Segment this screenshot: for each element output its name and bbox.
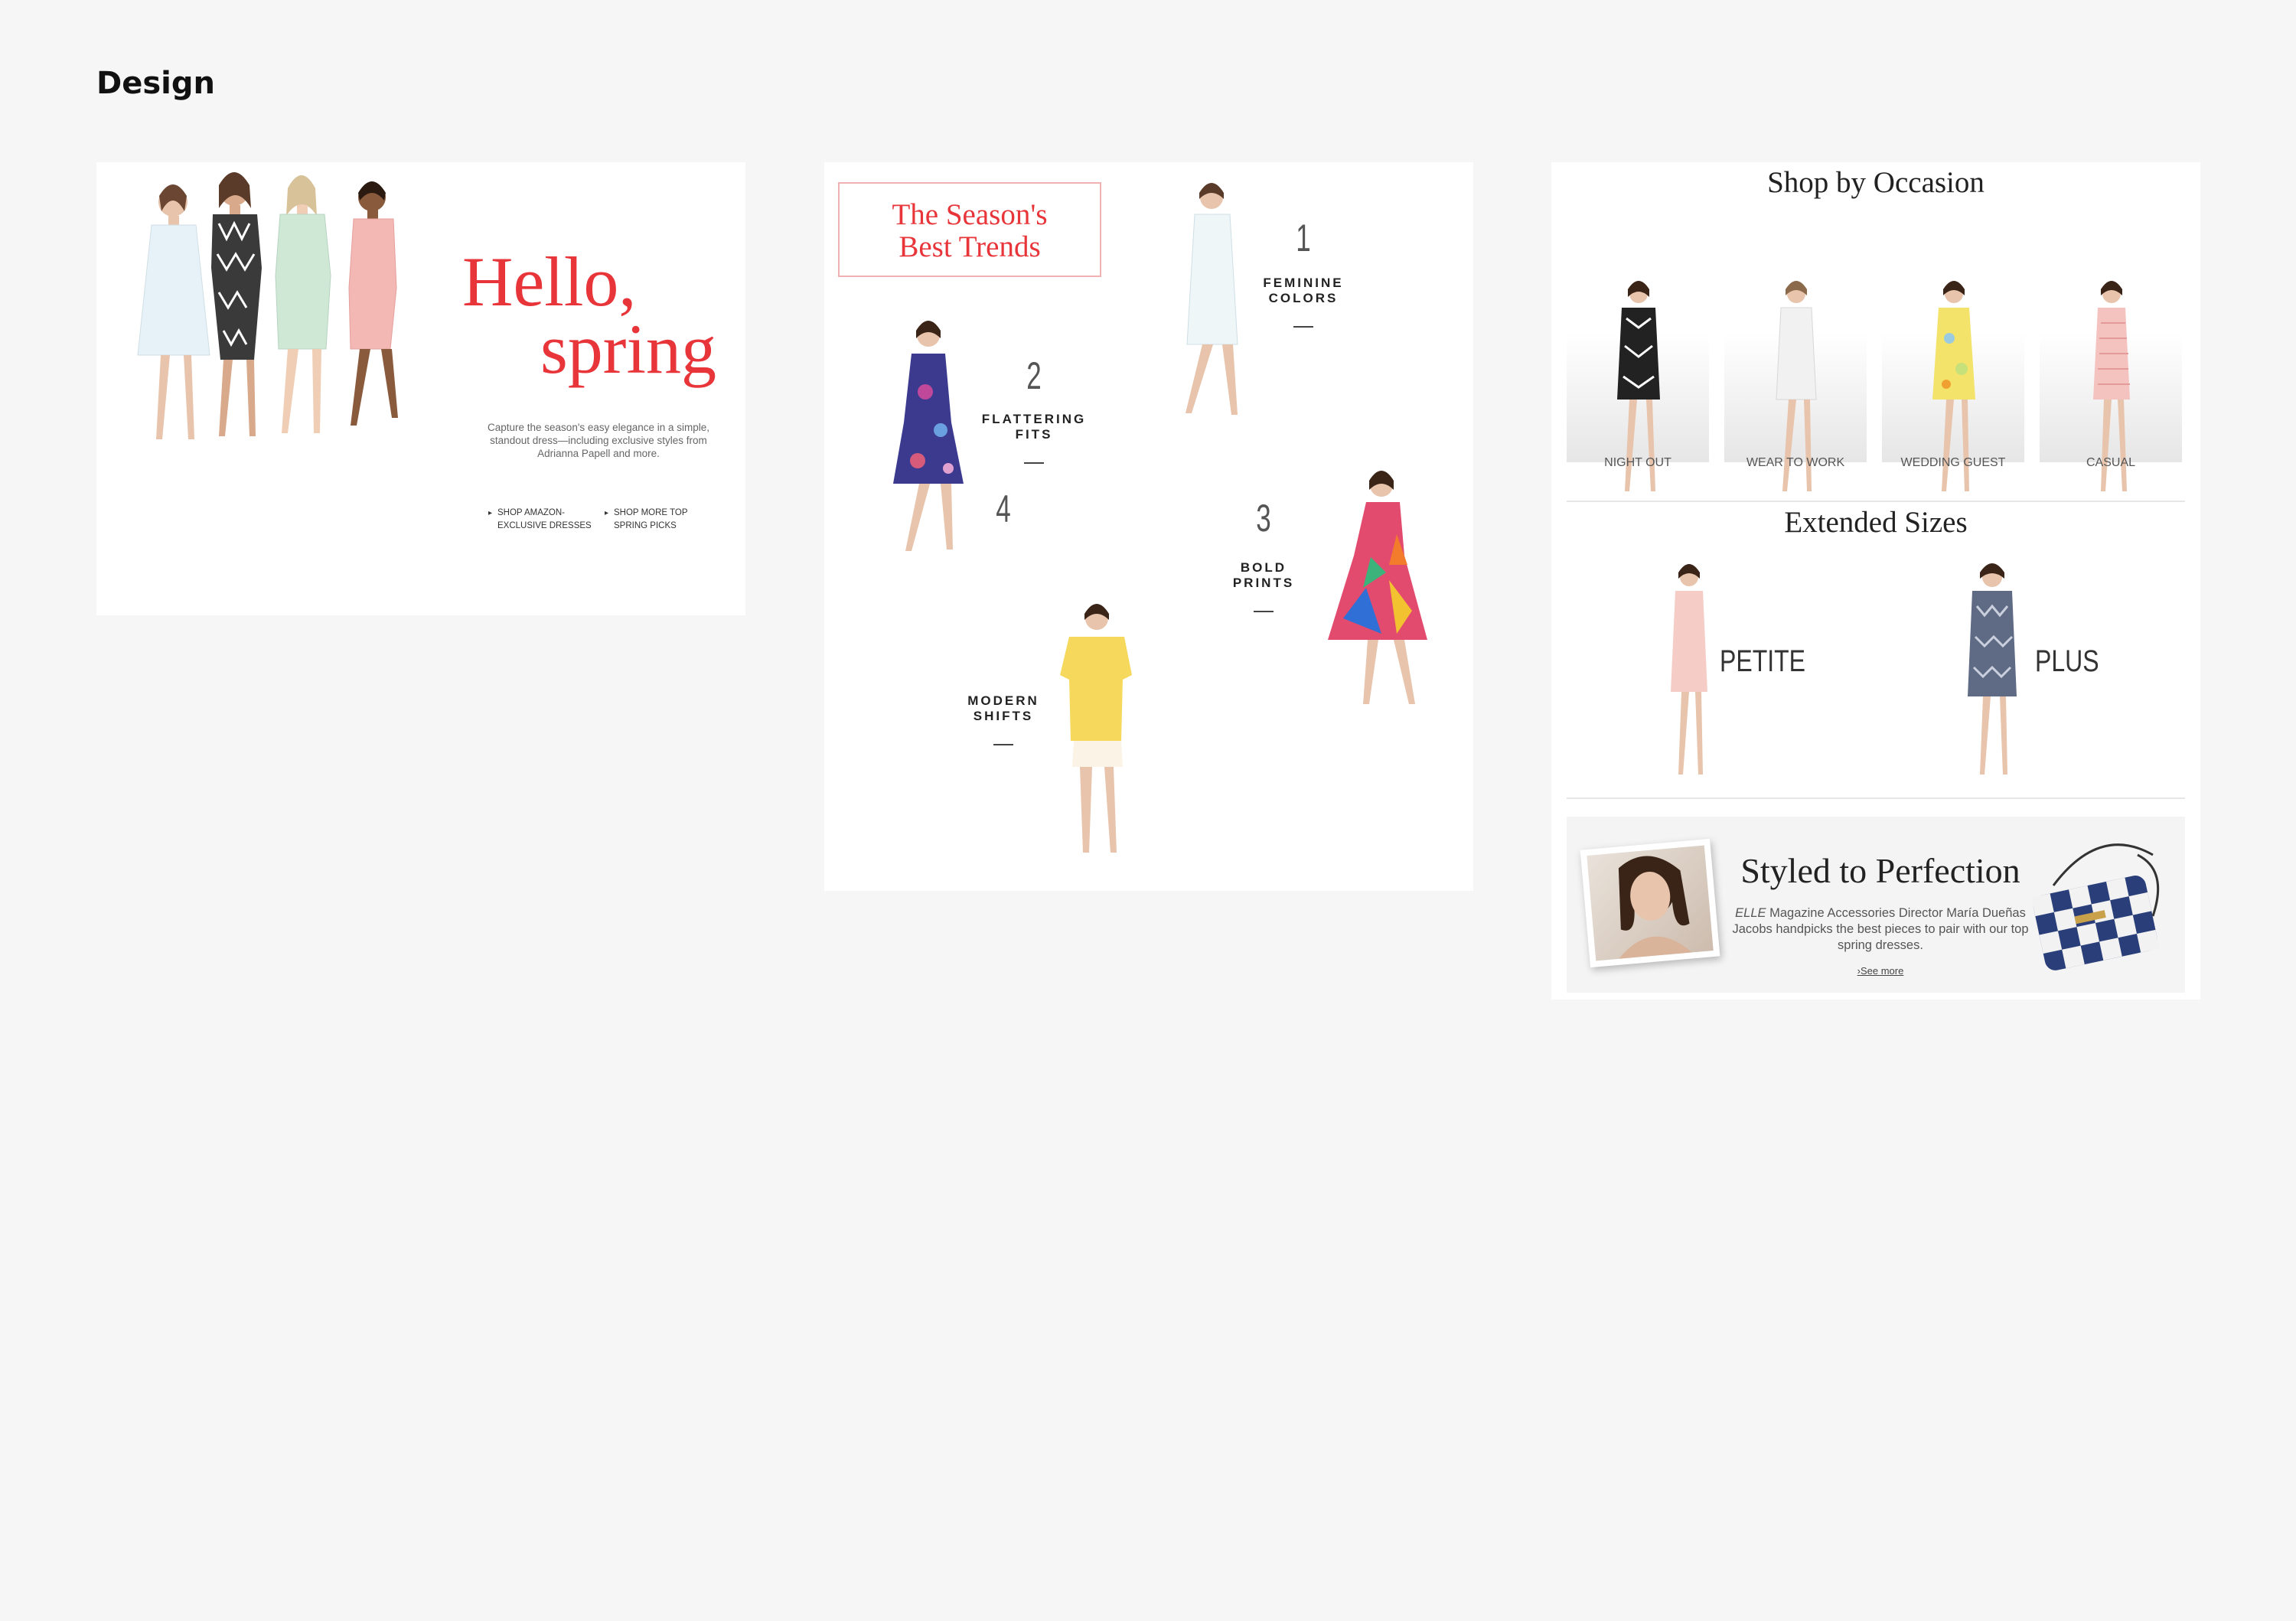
petite-size-link[interactable]: PETITE xyxy=(1628,560,1857,782)
magazine-name: ELLE xyxy=(1735,906,1766,920)
hero-headline-line2: spring xyxy=(540,310,716,388)
trend-number-3: 3 xyxy=(1256,497,1271,540)
occasion-tile-night-out[interactable] xyxy=(1567,277,1709,491)
trend-number-4: 4 xyxy=(996,488,1011,530)
hero-headline-line1: Hello, xyxy=(462,243,637,321)
triangle-right-icon: ▸ xyxy=(605,509,609,517)
description-text: Magazine Accessories Director María Dueñ… xyxy=(1732,906,2029,952)
shop-amazon-exclusive-dresses-link[interactable]: ▸ Shop Amazon-Exclusive Dresses xyxy=(488,507,595,533)
occasion-tile-wedding-guest[interactable] xyxy=(1882,277,2024,491)
trends-title-line2: Best Trends xyxy=(899,230,1041,263)
triangle-right-icon: ▸ xyxy=(488,509,493,517)
model-figure-4 xyxy=(348,181,398,426)
trend-model-feminine-colors[interactable] xyxy=(1161,178,1268,468)
link-label: Shop Amazon-Exclusive Dresses xyxy=(497,508,592,530)
model-figure-2 xyxy=(211,172,262,436)
model-figure xyxy=(2093,281,2130,491)
plus-label: PLUS xyxy=(2035,644,2099,678)
trend-label-feminine-colors[interactable]: FEMININE COLORS xyxy=(1250,276,1357,306)
trend-model-modern-shifts[interactable] xyxy=(1043,598,1150,889)
section-divider xyxy=(1567,797,2185,799)
trend-label-bold-prints[interactable]: BOLD PRINTS xyxy=(1210,560,1317,591)
link-label: Shop More Top Spring Picks xyxy=(614,508,688,530)
hero-models-image xyxy=(137,172,398,439)
model-figure xyxy=(1671,564,1707,775)
model-figure xyxy=(1776,281,1817,491)
trend-number-1: 1 xyxy=(1296,217,1311,259)
trend-number-2: 2 xyxy=(1026,354,1042,397)
trend-dash xyxy=(1254,611,1274,612)
editor-portrait-photo xyxy=(1580,838,1720,968)
section-divider xyxy=(1567,501,2185,502)
trends-title: The Season's Best Trends xyxy=(840,199,1100,263)
see-more-link[interactable]: ›See more xyxy=(1842,965,1919,977)
extended-sizes-heading: Extended Sizes xyxy=(1784,506,1968,539)
occasion-tile-wear-to-work[interactable] xyxy=(1724,277,1867,491)
model-figure-1 xyxy=(137,184,210,439)
trend-label-modern-shifts[interactable]: MODERN SHIFTS xyxy=(950,693,1057,724)
petite-label: PETITE xyxy=(1720,644,1806,678)
model-figure xyxy=(1617,281,1660,491)
page-title: Design xyxy=(96,66,215,101)
hero-description: Capture the season's easy elegance in a … xyxy=(488,422,709,459)
model-figure-3 xyxy=(275,175,331,433)
styled-to-perfection-description: ELLE Magazine Accessories Director María… xyxy=(1727,905,2033,954)
model-figure xyxy=(1932,281,1975,491)
trends-title-line1: The Season's xyxy=(892,198,1048,231)
trends-title-box: The Season's Best Trends xyxy=(838,182,1101,277)
hero-banner-hello-spring[interactable]: Hello, spring Capture the season's easy … xyxy=(96,162,745,615)
occasion-label-wear-to-work[interactable]: WEAR TO WORK xyxy=(1724,456,1867,470)
styled-to-perfection-banner[interactable]: Styled to Perfection ELLE Magazine Acces… xyxy=(1567,817,2185,993)
trend-dash xyxy=(1024,462,1044,464)
occasion-label-casual[interactable]: CASUAL xyxy=(2040,456,2182,470)
occasion-banner: Shop by Occasion NIGHT OUT WEAR TO WORK … xyxy=(1551,162,2200,1000)
shop-more-spring-picks-link[interactable]: ▸ Shop More Top Spring Picks xyxy=(605,507,706,533)
shop-by-occasion-heading: Shop by Occasion xyxy=(1767,166,1985,199)
styled-to-perfection-heading: Styled to Perfection xyxy=(1740,851,2020,890)
trend-label-flattering-fits[interactable]: FLATTERING FITS xyxy=(980,412,1088,442)
portrait-image xyxy=(1618,856,1692,959)
trends-banner[interactable]: The Season's Best Trends 1 FEMININE COLO… xyxy=(824,162,1473,891)
trend-dash xyxy=(993,744,1013,745)
occasion-tile-casual[interactable] xyxy=(2040,277,2182,491)
plus-size-link[interactable]: PLUS xyxy=(1934,560,2164,782)
occasion-label-night-out[interactable]: NIGHT OUT xyxy=(1567,456,1709,470)
handbag-image xyxy=(2031,843,2160,970)
model-figure xyxy=(1968,563,2017,775)
trend-dash xyxy=(1293,326,1313,328)
occasion-label-wedding-guest[interactable]: WEDDING GUEST xyxy=(1882,456,2024,470)
trend-model-flattering-fits[interactable] xyxy=(875,315,982,606)
trend-model-bold-prints[interactable] xyxy=(1305,465,1450,756)
